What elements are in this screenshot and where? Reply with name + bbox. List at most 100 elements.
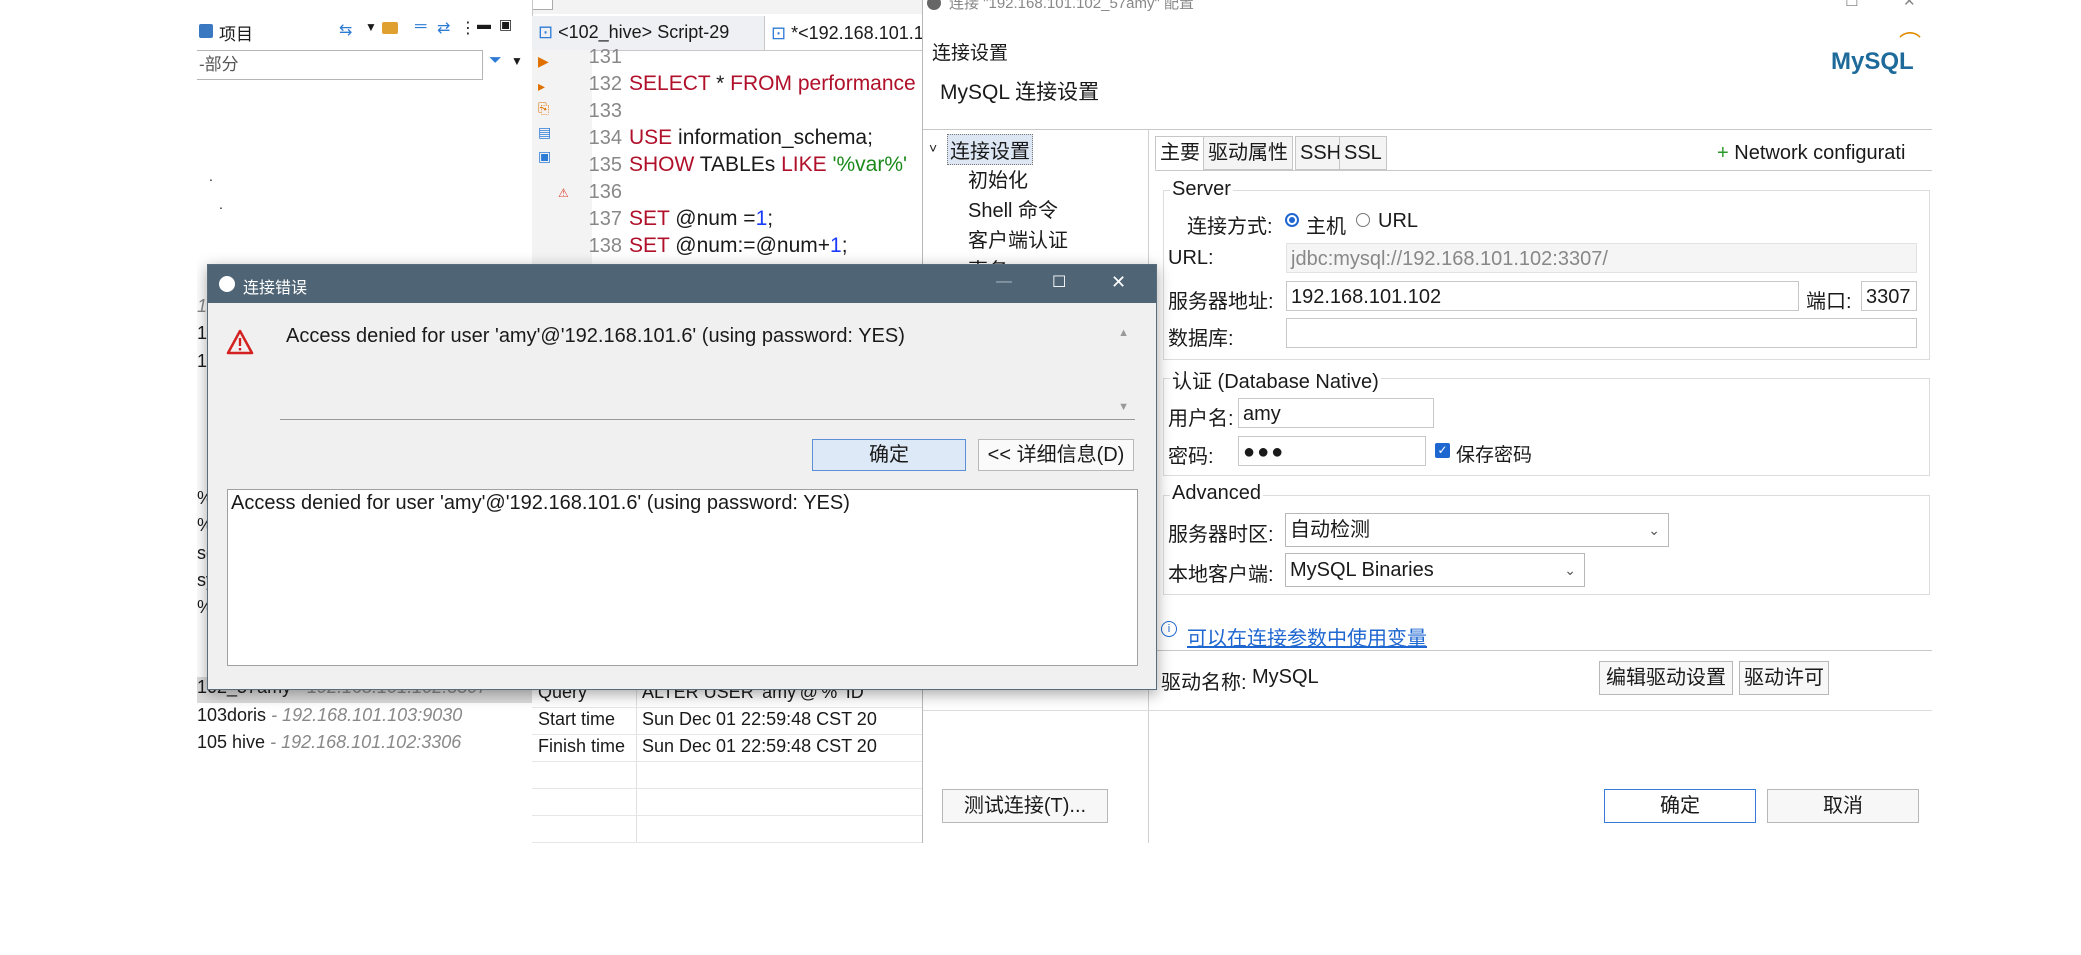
variables-link[interactable]: 可以在连接参数中使用变量 [1187, 622, 1427, 651]
timezone-label: 服务器时区: [1168, 524, 1274, 546]
code-token: SET [629, 207, 670, 230]
radio-url[interactable] [1356, 213, 1370, 227]
scroll-down-icon[interactable]: ▼ [1118, 401, 1129, 413]
chevron-down-icon[interactable]: ▼ [365, 20, 377, 34]
error-message-text: Access denied for user 'amy'@'192.168.10… [286, 325, 905, 347]
close-icon[interactable]: ✕ [1111, 272, 1126, 293]
error-message: Access denied for user 'amy'@'192.168.10… [280, 323, 1135, 420]
nav-item-init[interactable]: 初始化 [968, 164, 1028, 193]
tab-main[interactable]: 主要 [1155, 136, 1205, 170]
maximize-icon[interactable]: ☐ [1052, 272, 1066, 292]
timezone-value: 自动检测 [1290, 519, 1370, 541]
connection-item[interactable]: 105 hive - 192.168.101.102:3306 [197, 732, 461, 758]
project-filter-input[interactable]: -部分 [197, 50, 483, 80]
code-token: LIKE [781, 153, 827, 176]
table-row[interactable] [532, 815, 922, 843]
tree-dot: . [219, 196, 223, 212]
script-exec-icon: ⎘ [538, 100, 550, 116]
save-password-checkbox[interactable]: ✓ [1435, 443, 1450, 458]
filter-icon[interactable]: ⏷ [489, 52, 502, 70]
nav-item-shell[interactable]: Shell 命令 [968, 194, 1058, 223]
collapse-icon[interactable]: ═ [415, 18, 426, 36]
url-label: URL: [1168, 247, 1214, 269]
more-icon[interactable]: ⋮ [460, 18, 476, 38]
code-line[interactable]: SHOW TABLEs LIKE '%var%' [629, 153, 907, 177]
line-number: 131 [588, 46, 622, 68]
line-number: 137 [588, 208, 622, 230]
nav-item-client-auth[interactable]: 客户端认证 [968, 224, 1068, 253]
port-field[interactable]: 3307 [1861, 281, 1917, 311]
save-password-label: 保存密码 [1456, 445, 1533, 466]
sync-icon[interactable]: ⇄ [437, 18, 450, 38]
tab-content-border [1155, 170, 1932, 171]
username-field[interactable]: amy [1238, 398, 1434, 428]
folder-icon[interactable] [382, 22, 398, 34]
minimize-view-icon[interactable]: ▬ [477, 16, 491, 32]
line-number: 138 [588, 235, 622, 257]
filter-menu-icon[interactable]: ▼ [511, 54, 523, 68]
maximize-icon[interactable]: ☐ [1845, 0, 1858, 10]
radio-url-label: URL [1378, 210, 1419, 232]
mysql-dolphin-icon: ⌒ [1899, 31, 1922, 56]
connection-name: 103doris [197, 705, 267, 725]
dialog-ok-button[interactable]: 确定 [812, 439, 966, 471]
radio-dot [1289, 217, 1295, 223]
table-row[interactable]: Start time Sun Dec 01 22:59:48 CST 20 [532, 707, 922, 735]
project-title: 项目 [219, 25, 253, 44]
tree-dot: . [209, 168, 213, 184]
code-token: 1 [755, 207, 768, 230]
line-number: 135 [588, 154, 622, 176]
driver-license-button[interactable]: 驱动许可 [1739, 661, 1829, 695]
minimize-icon[interactable]: — [996, 273, 1012, 291]
code-token: '%var%' [826, 153, 907, 176]
network-config-button[interactable]: + Network configurati [1717, 142, 1905, 165]
tab-label: *<192.168.101.10 [791, 23, 934, 43]
connection-name: 105 hive [197, 732, 266, 752]
tab-driver-props[interactable]: 驱动属性 [1203, 136, 1293, 170]
table-row[interactable] [532, 761, 922, 789]
ok-button[interactable]: 确定 [1604, 789, 1756, 823]
database-field[interactable] [1286, 318, 1917, 348]
config-titlebar: 连接 "192.168.101.102_57amy" 配置 — ☐ ✕ [923, 0, 1932, 20]
maximize-view-icon[interactable]: ▣ [499, 16, 512, 33]
native-client-label: 本地客户端: [1168, 564, 1274, 586]
tab-ssl[interactable]: SSL [1339, 136, 1387, 170]
radio-host[interactable] [1285, 213, 1299, 227]
tab-label: <102_hive> Script-29 [558, 22, 730, 42]
password-field[interactable]: ●●● [1238, 436, 1426, 466]
minimize-icon[interactable]: — [1787, 0, 1802, 7]
tab-script-active[interactable]: ⊡ *<192.168.101.10 [764, 16, 940, 50]
link-editor-icon[interactable]: ⇆ [339, 20, 352, 40]
edit-driver-button[interactable]: 编辑驱动设置 [1599, 661, 1733, 695]
driver-name-value: MySQL [1252, 666, 1319, 688]
scroll-up-icon[interactable]: ▲ [1118, 327, 1129, 339]
native-client-select[interactable]: MySQL Binaries ⌄ [1285, 553, 1585, 587]
dialog-title: 连接错误 [243, 280, 308, 297]
code-line[interactable]: SET @num =1; [629, 207, 773, 231]
code-line[interactable]: SET @num:=@num+1; [629, 234, 848, 258]
close-icon[interactable]: ✕ [1903, 0, 1916, 10]
cancel-button[interactable]: 取消 [1767, 789, 1919, 823]
error-detail-content: Access denied for user 'amy'@'192.168.10… [231, 492, 850, 514]
tab-script-29[interactable]: ⊡ <102_hive> Script-29 [538, 22, 729, 43]
host-field[interactable]: 192.168.101.102 [1286, 281, 1799, 311]
details-toggle-button[interactable]: << 详细信息(D) [978, 439, 1134, 471]
grid-key: Start time [538, 709, 616, 729]
line-number: 132 [588, 73, 622, 95]
code-line[interactable]: SELECT * FROM performance [629, 72, 916, 96]
connection-host: - 192.168.101.102:3306 [270, 732, 462, 752]
test-connection-button[interactable]: 测试连接(T)... [942, 789, 1108, 823]
timezone-select[interactable]: 自动检测 ⌄ [1285, 513, 1669, 547]
code-line[interactable]: USE information_schema; [629, 126, 873, 150]
table-row[interactable]: Finish time Sun Dec 01 22:59:48 CST 20 [532, 734, 922, 762]
table-row[interactable] [532, 788, 922, 816]
username-label: 用户名: [1168, 408, 1234, 430]
grid-key: Finish time [538, 736, 626, 756]
password-label: 密码: [1168, 446, 1214, 468]
connection-item[interactable]: 103doris - 192.168.101.103:9030 [197, 705, 462, 731]
chevron-down-icon[interactable]: ˅ [929, 140, 937, 156]
url-field[interactable]: jdbc:mysql://192.168.101.102:3307/ [1286, 243, 1917, 273]
error-detail-text[interactable]: Access denied for user 'amy'@'192.168.10… [227, 489, 1138, 666]
server-group-title: Server [1170, 178, 1233, 201]
nav-item-connection-settings[interactable]: 连接设置 [947, 134, 1033, 165]
